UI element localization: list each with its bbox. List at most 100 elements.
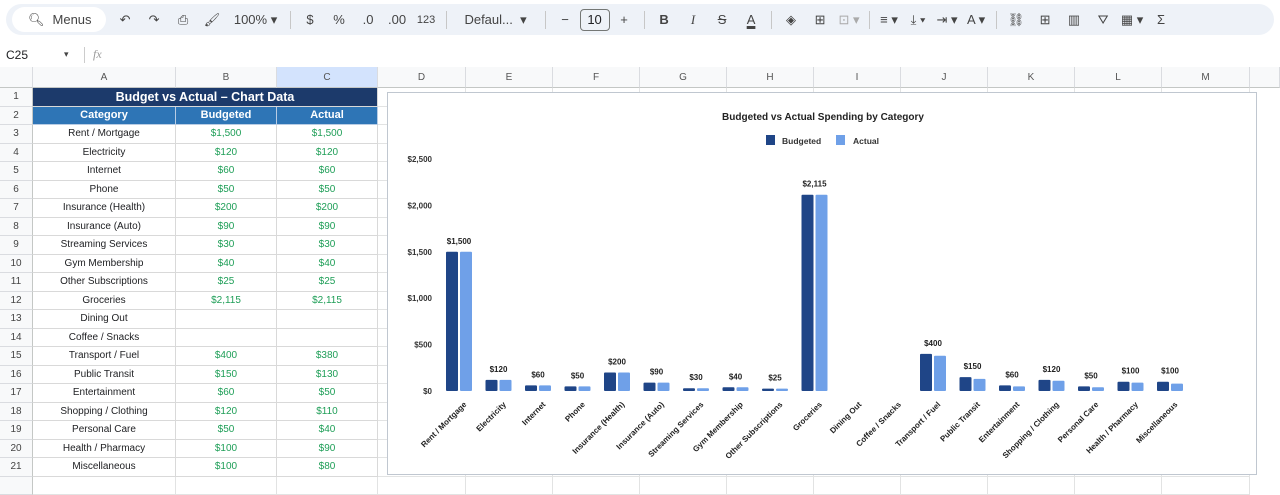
row-header[interactable]: 19 xyxy=(0,421,33,440)
empty-cell[interactable] xyxy=(814,477,901,495)
empty-cell[interactable] xyxy=(466,477,553,495)
category-cell[interactable]: Health / Pharmacy xyxy=(33,440,176,459)
budgeted-cell[interactable]: $1,500 xyxy=(176,125,277,144)
row-header[interactable]: 6 xyxy=(0,181,33,200)
header-cell[interactable]: Category xyxy=(33,107,176,126)
select-all-corner[interactable] xyxy=(0,67,33,88)
budgeted-cell[interactable]: $100 xyxy=(176,440,277,459)
vertical-align-icon[interactable]: ⤓ ▾ xyxy=(905,8,932,32)
paint-format-icon[interactable]: 🖌︎ xyxy=(199,8,226,32)
budgeted-cell[interactable]: $50 xyxy=(176,421,277,440)
category-cell[interactable]: Phone xyxy=(33,181,176,200)
actual-cell[interactable]: $50 xyxy=(277,181,378,200)
budgeted-cell[interactable]: $2,115 xyxy=(176,292,277,311)
empty-cell[interactable] xyxy=(176,477,277,495)
bold-button[interactable]: B xyxy=(651,8,678,32)
actual-cell[interactable]: $120 xyxy=(277,144,378,163)
row-header[interactable]: 3 xyxy=(0,125,33,144)
increase-font-size-button[interactable]: + xyxy=(611,8,638,32)
category-cell[interactable]: Electricity xyxy=(33,144,176,163)
budgeted-cell[interactable]: $150 xyxy=(176,366,277,385)
category-cell[interactable]: Miscellaneous xyxy=(33,458,176,477)
actual-cell[interactable]: $90 xyxy=(277,440,378,459)
column-header-a[interactable]: A xyxy=(33,67,176,88)
number-format-button[interactable]: 123 xyxy=(413,8,440,32)
category-cell[interactable]: Insurance (Auto) xyxy=(33,218,176,237)
empty-cell[interactable] xyxy=(901,477,988,495)
category-cell[interactable]: Other Subscriptions xyxy=(33,273,176,292)
actual-cell[interactable]: $80 xyxy=(277,458,378,477)
empty-cell[interactable] xyxy=(277,477,378,495)
comment-icon[interactable]: ⊞ xyxy=(1032,8,1059,32)
strikethrough-icon[interactable]: S xyxy=(709,8,736,32)
undo-icon[interactable]: ↶ xyxy=(112,8,139,32)
category-cell[interactable]: Dining Out xyxy=(33,310,176,329)
actual-cell[interactable]: $90 xyxy=(277,218,378,237)
name-box-dropdown-icon[interactable]: ▾ xyxy=(64,49,84,60)
row-header[interactable]: 14 xyxy=(0,329,33,348)
row-header[interactable]: 5 xyxy=(0,162,33,181)
category-cell[interactable]: Coffee / Snacks xyxy=(33,329,176,348)
column-header-j[interactable]: J xyxy=(901,67,988,88)
currency-button[interactable]: $ xyxy=(297,8,324,32)
empty-cell[interactable] xyxy=(33,477,176,495)
budgeted-cell[interactable] xyxy=(176,329,277,348)
category-cell[interactable]: Internet xyxy=(33,162,176,181)
row-header[interactable]: 17 xyxy=(0,384,33,403)
link-icon[interactable]: ⛓︎ xyxy=(1003,8,1030,32)
name-box[interactable]: C25 xyxy=(0,48,64,62)
row-header[interactable]: 20 xyxy=(0,440,33,459)
decrease-font-size-button[interactable]: − xyxy=(552,8,579,32)
borders-icon[interactable]: ⊞ xyxy=(807,8,834,32)
actual-cell[interactable] xyxy=(277,329,378,348)
row-header[interactable]: 13 xyxy=(0,310,33,329)
row-header[interactable]: 8 xyxy=(0,218,33,237)
row-header[interactable] xyxy=(0,477,33,495)
budgeted-cell[interactable]: $60 xyxy=(176,384,277,403)
search-menus[interactable]: 🔍︎Menus xyxy=(12,7,106,32)
row-header[interactable]: 21 xyxy=(0,458,33,477)
row-header[interactable]: 16 xyxy=(0,366,33,385)
budgeted-cell[interactable]: $50 xyxy=(176,181,277,200)
fill-color-icon[interactable]: ◈ xyxy=(778,8,805,32)
actual-cell[interactable]: $110 xyxy=(277,403,378,422)
budgeted-cell[interactable] xyxy=(176,310,277,329)
actual-cell[interactable]: $200 xyxy=(277,199,378,218)
empty-cell[interactable] xyxy=(378,477,466,495)
column-header-d[interactable]: D xyxy=(378,67,466,88)
merge-cells-icon[interactable]: ⊡ ▾ xyxy=(836,8,863,32)
column-header-h[interactable]: H xyxy=(727,67,814,88)
font-select[interactable]: Defaul... ▾ xyxy=(453,8,539,32)
text-color-icon[interactable]: A xyxy=(738,8,765,32)
actual-cell[interactable]: $1,500 xyxy=(277,125,378,144)
column-header-k[interactable]: K xyxy=(988,67,1075,88)
font-size-input[interactable]: 10 xyxy=(580,9,610,31)
category-cell[interactable]: Insurance (Health) xyxy=(33,199,176,218)
row-header[interactable]: 9 xyxy=(0,236,33,255)
column-header-f[interactable]: F xyxy=(553,67,640,88)
row-header[interactable]: 2 xyxy=(0,107,33,126)
print-icon[interactable]: ⎙ xyxy=(170,8,197,32)
actual-cell[interactable]: $30 xyxy=(277,236,378,255)
empty-cell[interactable] xyxy=(727,477,814,495)
row-header[interactable]: 4 xyxy=(0,144,33,163)
row-header[interactable]: 1 xyxy=(0,88,33,107)
budgeted-cell[interactable]: $120 xyxy=(176,144,277,163)
category-cell[interactable]: Public Transit xyxy=(33,366,176,385)
text-wrap-icon[interactable]: ⇥ ▾ xyxy=(934,8,961,32)
actual-cell[interactable]: $40 xyxy=(277,421,378,440)
row-header[interactable]: 12 xyxy=(0,292,33,311)
budgeted-cell[interactable]: $200 xyxy=(176,199,277,218)
category-cell[interactable]: Transport / Fuel xyxy=(33,347,176,366)
empty-cell[interactable] xyxy=(553,477,640,495)
actual-cell[interactable]: $40 xyxy=(277,255,378,274)
empty-cell[interactable] xyxy=(640,477,727,495)
category-cell[interactable]: Gym Membership xyxy=(33,255,176,274)
row-header[interactable]: 10 xyxy=(0,255,33,274)
sheet-title-cell[interactable]: Budget vs Actual – Chart Data xyxy=(33,88,378,107)
budgeted-cell[interactable]: $400 xyxy=(176,347,277,366)
filter-icon[interactable]: ⛛ xyxy=(1090,8,1117,32)
budgeted-cell[interactable]: $100 xyxy=(176,458,277,477)
actual-cell[interactable]: $2,115 xyxy=(277,292,378,311)
header-cell[interactable]: Budgeted xyxy=(176,107,277,126)
